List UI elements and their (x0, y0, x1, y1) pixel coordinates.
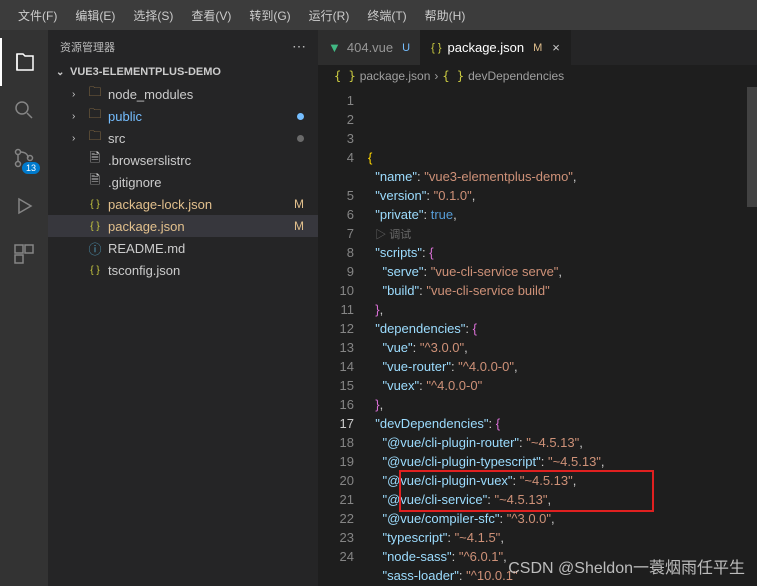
file-tree: ›🗀node_modules›🗀public›🗀src🗎.browserslis… (48, 81, 318, 281)
run-debug-icon[interactable] (0, 182, 48, 230)
tree-item[interactable]: { }package.jsonM (48, 215, 318, 237)
json-icon: { } (87, 221, 103, 232)
menu-item[interactable]: 文件(F) (10, 3, 65, 28)
tabs: ▼404.vueU{ }package.jsonM× (318, 30, 757, 65)
chevron-down-icon: ⌄ (56, 67, 66, 78)
tree-item[interactable]: ⓘREADME.md (48, 237, 318, 259)
gutter: 123456789101112131415161718192021222324 (318, 87, 368, 586)
watermark: CSDN @Sheldon一蓑烟雨任平生 (508, 554, 745, 578)
menu-item[interactable]: 运行(R) (301, 3, 358, 28)
tree-item[interactable]: ›🗀src (48, 127, 318, 149)
menu-item[interactable]: 选择(S) (125, 3, 181, 28)
tree-item[interactable]: ›🗀public (48, 105, 318, 127)
breadcrumbs[interactable]: { } package.json › { } devDependencies (318, 65, 757, 87)
sidebar-title: 资源管理器 (60, 39, 115, 55)
source-control-icon[interactable]: 13 (0, 134, 48, 182)
extensions-icon[interactable] (0, 230, 48, 278)
more-icon[interactable]: ⋯ (292, 38, 306, 55)
tree-item[interactable]: { }tsconfig.json (48, 259, 318, 281)
editor-body[interactable]: 123456789101112131415161718192021222324 … (318, 87, 757, 586)
tab[interactable]: ▼404.vueU (318, 30, 421, 65)
tree-item[interactable]: { }package-lock.jsonM (48, 193, 318, 215)
chevron-right-icon: › (434, 69, 438, 83)
file-icon: 🗎 (87, 171, 103, 193)
menu-item[interactable]: 终端(T) (359, 3, 414, 28)
menu-item[interactable]: 编辑(E) (67, 3, 123, 28)
tree-item[interactable]: 🗎.gitignore (48, 171, 318, 193)
menu-item[interactable]: 帮助(H) (417, 3, 474, 28)
sidebar: 资源管理器 ⋯ ⌄ VUE3-ELEMENTPLUS-DEMO ›🗀node_m… (48, 30, 318, 586)
folder-icon: 🗀 (87, 127, 103, 149)
json-icon: { } (87, 265, 103, 276)
vue-icon: ▼ (328, 40, 341, 55)
folder-icon: 🗀 (87, 83, 103, 105)
sidebar-actions: ⋯ (292, 38, 306, 55)
scm-badge: 13 (22, 162, 40, 174)
file-icon: 🗎 (87, 149, 103, 171)
menu-item[interactable]: 转到(G) (241, 3, 298, 28)
activity-bar: 13 (0, 30, 48, 586)
tab[interactable]: { }package.jsonM× (421, 30, 571, 65)
code[interactable]: { "name": "vue3-elementplus-demo", "vers… (368, 87, 747, 586)
explorer-root[interactable]: ⌄ VUE3-ELEMENTPLUS-DEMO (48, 63, 318, 81)
folder-icon: 🗀 (87, 105, 103, 127)
tree-item[interactable]: ›🗀node_modules (48, 83, 318, 105)
editor-area: ▼404.vueU{ }package.jsonM× { } package.j… (318, 30, 757, 586)
menu-item[interactable]: 查看(V) (183, 3, 239, 28)
search-icon[interactable] (0, 86, 48, 134)
scrollbar[interactable] (747, 87, 757, 586)
json-icon: { } (431, 42, 441, 54)
readme-icon: ⓘ (87, 239, 103, 258)
menubar: 文件(F)编辑(E)选择(S)查看(V)转到(G)运行(R)终端(T)帮助(H) (0, 0, 757, 30)
json-icon: { } (334, 69, 356, 83)
json-icon: { } (442, 69, 464, 83)
json-icon: { } (87, 199, 103, 210)
close-icon[interactable]: × (552, 40, 560, 55)
tree-item[interactable]: 🗎.browserslistrc (48, 149, 318, 171)
explorer-icon[interactable] (0, 38, 48, 86)
